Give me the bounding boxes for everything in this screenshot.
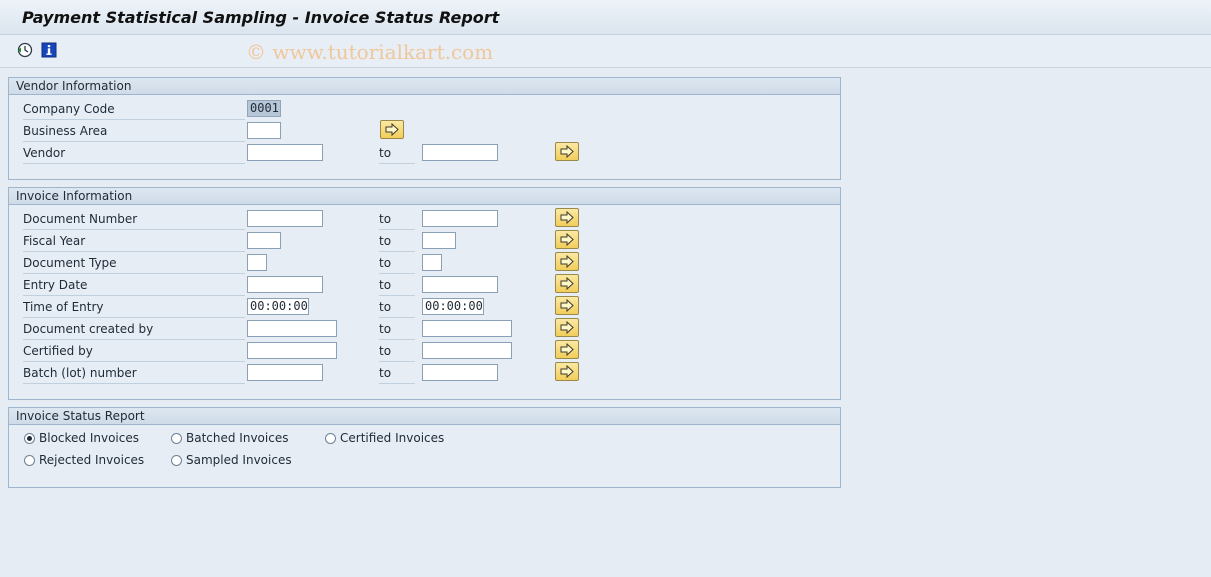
radio-label-batched-invoices: Batched Invoices (186, 431, 289, 445)
radio-label-blocked-invoices: Blocked Invoices (39, 431, 139, 445)
arrow-right-icon (560, 299, 574, 312)
fiscal-year-from-input[interactable] (247, 232, 281, 249)
radio-label-certified-invoices: Certified Invoices (340, 431, 445, 445)
row-company-code: Company Code 0001 (9, 98, 840, 120)
row-batch-lot-number: Batch (lot) number to (9, 362, 840, 384)
arrow-right-icon (560, 211, 574, 224)
document-type-to-input[interactable] (422, 254, 442, 271)
arrow-right-icon (560, 365, 574, 378)
time-of-entry-from-input[interactable]: 00:00:00 (247, 298, 309, 315)
document-number-from-input[interactable] (247, 210, 323, 227)
company-code-label: Company Code (23, 101, 245, 120)
execute-clock-icon[interactable] (17, 42, 33, 58)
radio-label-sampled-invoices: Sampled Invoices (186, 453, 292, 467)
time-of-entry-to-label: to (379, 299, 415, 318)
fiscal-year-to-input[interactable] (422, 232, 456, 249)
entry-date-multiple-selection-button[interactable] (555, 274, 579, 293)
arrow-right-icon (560, 277, 574, 290)
batch-lot-number-to-label: to (379, 365, 415, 384)
document-created-by-to-input[interactable] (422, 320, 512, 337)
document-created-by-label: Document created by (23, 321, 245, 340)
vendor-information-group: Vendor Information Company Code 0001 Bus… (8, 77, 841, 180)
radio-button[interactable] (171, 433, 182, 444)
group-header-invoice-status-report: Invoice Status Report (9, 408, 840, 425)
vendor-label: Vendor (23, 145, 245, 164)
arrow-right-icon (560, 255, 574, 268)
arrow-right-icon (560, 321, 574, 334)
fiscal-year-multiple-selection-button[interactable] (555, 230, 579, 249)
row-document-created-by: Document created by to (9, 318, 840, 340)
row-business-area: Business Area (9, 120, 840, 142)
radio-button[interactable] (171, 455, 182, 466)
document-type-multiple-selection-button[interactable] (555, 252, 579, 271)
radio-label-rejected-invoices: Rejected Invoices (39, 453, 145, 467)
arrow-right-icon (560, 343, 574, 356)
time-of-entry-to-input[interactable]: 00:00:00 (422, 298, 484, 315)
vendor-from-input[interactable] (247, 144, 323, 161)
batch-lot-number-to-input[interactable] (422, 364, 498, 381)
document-type-to-label: to (379, 255, 415, 274)
invoice-status-report-group: Invoice Status Report Blocked Invoices B… (8, 407, 841, 488)
entry-date-to-input[interactable] (422, 276, 498, 293)
row-vendor: Vendor to (9, 142, 840, 164)
fiscal-year-label: Fiscal Year (23, 233, 245, 252)
row-document-number: Document Number to (9, 208, 840, 230)
arrow-right-icon (560, 233, 574, 246)
page-title: Payment Statistical Sampling - Invoice S… (22, 8, 500, 27)
row-certified-by: Certified by to (9, 340, 840, 362)
document-number-multiple-selection-button[interactable] (555, 208, 579, 227)
document-created-by-from-input[interactable] (247, 320, 337, 337)
document-number-to-input[interactable] (422, 210, 498, 227)
group-header-invoice-information: Invoice Information (9, 188, 840, 205)
business-area-input[interactable] (247, 122, 281, 139)
business-area-multiple-selection-button[interactable] (380, 120, 404, 139)
vendor-to-input[interactable] (422, 144, 498, 161)
document-number-to-label: to (379, 211, 415, 230)
arrow-right-icon (385, 123, 399, 136)
arrow-right-icon (560, 145, 574, 158)
batch-lot-number-label: Batch (lot) number (23, 365, 245, 384)
certified-by-to-input[interactable] (422, 342, 512, 359)
info-icon[interactable] (41, 42, 57, 58)
company-code-input[interactable]: 0001 (247, 100, 281, 117)
batch-lot-number-multiple-selection-button[interactable] (555, 362, 579, 381)
radio-button-selected[interactable] (24, 433, 35, 444)
vendor-multiple-selection-button[interactable] (555, 142, 579, 161)
group-header-vendor-information: Vendor Information (9, 78, 840, 95)
row-document-type: Document Type to (9, 252, 840, 274)
invoice-information-group: Invoice Information Document Number to F… (8, 187, 841, 400)
time-of-entry-multiple-selection-button[interactable] (555, 296, 579, 315)
entry-date-from-input[interactable] (247, 276, 323, 293)
entry-date-label: Entry Date (23, 277, 245, 296)
document-number-label: Document Number (23, 211, 245, 230)
watermark-text: © www.tutorialkart.com (246, 40, 494, 64)
fiscal-year-to-label: to (379, 233, 415, 252)
business-area-label: Business Area (23, 123, 245, 142)
title-bar: Payment Statistical Sampling - Invoice S… (0, 0, 1211, 35)
certified-by-multiple-selection-button[interactable] (555, 340, 579, 359)
row-time-of-entry: Time of Entry 00:00:00 to 00:00:00 (9, 296, 840, 318)
document-type-from-input[interactable] (247, 254, 267, 271)
batch-lot-number-from-input[interactable] (247, 364, 323, 381)
certified-by-label: Certified by (23, 343, 245, 362)
entry-date-to-label: to (379, 277, 415, 296)
row-fiscal-year: Fiscal Year to (9, 230, 840, 252)
radio-button[interactable] (24, 455, 35, 466)
certified-by-to-label: to (379, 343, 415, 362)
main-area: Vendor Information Company Code 0001 Bus… (4, 68, 1211, 577)
radio-button[interactable] (325, 433, 336, 444)
application-toolbar: © www.tutorialkart.com (0, 35, 1211, 68)
document-created-by-to-label: to (379, 321, 415, 340)
certified-by-from-input[interactable] (247, 342, 337, 359)
time-of-entry-label: Time of Entry (23, 299, 245, 318)
document-type-label: Document Type (23, 255, 245, 274)
document-created-by-multiple-selection-button[interactable] (555, 318, 579, 337)
row-entry-date: Entry Date to (9, 274, 840, 296)
vendor-to-label: to (379, 145, 415, 164)
